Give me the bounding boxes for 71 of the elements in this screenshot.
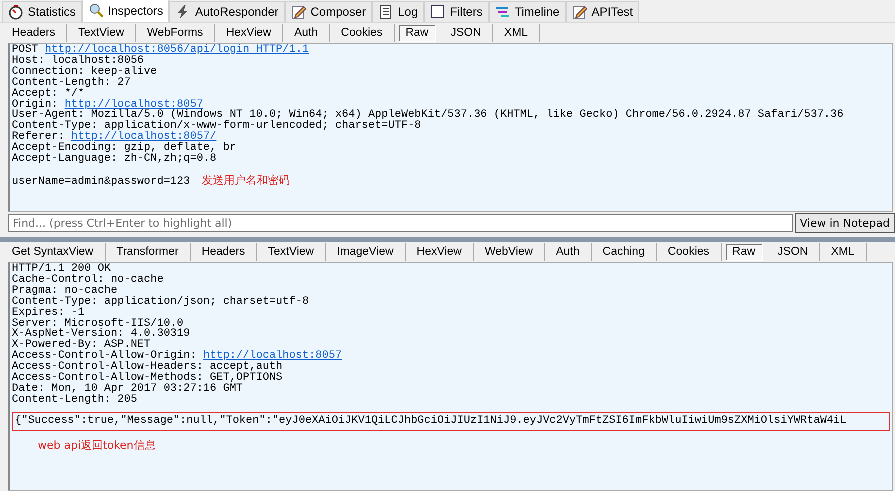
inspector-tab[interactable]: Cookies	[656, 243, 722, 261]
timeline-icon	[494, 4, 511, 20]
code-line: Origin: http://localhost:8057	[12, 100, 204, 110]
code-line: User-Agent: Mozilla/5.0 (Windows NT 10.0; Win64; x64) AppleWebKit/537.36 (KHTML, like Gecko) Chrome/56.0.2924.87 Safari/537.36	[12, 110, 845, 122]
inspector-tab[interactable]: TextView	[67, 24, 136, 42]
code-line: Pragma: no-cache	[12, 286, 118, 297]
code-line: Cache-Control: no-cache	[12, 274, 165, 286]
magnifier-icon	[88, 3, 104, 19]
code-line: X-AspNet-Version: 4.0.30319	[12, 329, 192, 340]
main-tab[interactable]: AutoResponder	[169, 1, 285, 22]
code-line: HTTP/1.1 200 OK	[12, 264, 112, 275]
code-line: Expires: -1	[12, 308, 85, 319]
main-tab[interactable]: Composer	[284, 1, 372, 22]
code-line: Accept: */*	[12, 88, 85, 100]
url-link[interactable]: http://localhost:8057	[64, 98, 204, 111]
main-tab[interactable]: APITest	[566, 1, 640, 22]
main-tab[interactable]: Log	[372, 1, 424, 22]
inspector-tab[interactable]: HexView	[215, 24, 284, 42]
inspector-tab[interactable]: Cookies	[330, 24, 395, 42]
code-line: Server: Microsoft-IIS/10.0	[12, 318, 184, 330]
code-line: Referer: http://localhost:8057/	[12, 132, 218, 144]
inspector-tab[interactable]: XML	[820, 243, 867, 261]
main-tab[interactable]: Statistics	[2, 1, 82, 22]
code-line: Access-Control-Allow-Methods: GET,OPTIONS	[12, 373, 284, 384]
code-line: Content-Length: 205	[12, 394, 138, 406]
inspector-tab[interactable]: WebForms	[136, 24, 216, 42]
annotation-text: web api返回token信息	[38, 438, 156, 452]
code-line: Accept-Encoding: gzip, deflate, br	[12, 143, 238, 154]
inspector-tab[interactable]: Caching	[592, 243, 657, 261]
inspector-tab[interactable]: TextView	[257, 243, 326, 261]
code-line: Host: localhost:8056	[12, 56, 144, 67]
url-link[interactable]: http://localhost:8057/	[71, 131, 217, 144]
inspector-tab[interactable]: Headers	[1, 24, 68, 42]
inspector-tab[interactable]: HexView	[406, 243, 474, 261]
url-link[interactable]: http://localhost:8056/api/login HTTP/1.1	[45, 44, 310, 56]
inspector-tab[interactable]: Raw	[398, 24, 436, 42]
main-tab[interactable]: Timeline	[488, 1, 566, 22]
code-line: X-Powered-By: ASP.NET	[12, 340, 151, 352]
code-line: Content-Type: application/x-www-form-urlencoded; charset=UTF-8	[12, 121, 422, 132]
find-field[interactable]: Find... (press Ctrl+Enter to highlight all)	[8, 214, 794, 232]
url-link[interactable]: http://localhost:8057	[203, 350, 342, 362]
code-line: Accept-Language: zh-CN,zh;q=0.8	[12, 154, 218, 165]
pencil-note-icon	[572, 4, 588, 20]
inspector-tab[interactable]: Headers	[190, 243, 258, 261]
pencil-note-icon	[290, 4, 307, 20]
document-icon	[378, 4, 394, 20]
stopwatch-icon	[8, 4, 24, 20]
annotation-text: 发送用户名和密码	[202, 176, 290, 187]
checkbox-icon	[430, 4, 446, 20]
json-body-text: {"Success":true,"Message":null,"Token":"eyJ0eXAiOiJKV1QiLCJhbGciOiJIUzI1NiJ9.eyJVc2VyTmFtZSI6ImFkbWluIiwiUm9sZXMiOlsiYWRtaW4iL	[12, 412, 890, 431]
inspector-tab[interactable]: JSON	[440, 24, 494, 42]
main-tab[interactable]: Inspectors	[82, 0, 170, 22]
code-line: userName=admin&password=123	[12, 176, 190, 188]
code-line: Content-Type: application/json; charset=utf-8	[12, 296, 310, 308]
view-in-notepad-button[interactable]: View in Notepad	[795, 213, 895, 233]
code-line: Access-Control-Allow-Headers: accept,auth	[12, 362, 284, 374]
code-line: Connection: keep-alive	[12, 66, 158, 78]
inspector-tab[interactable]: Get SyntaxView	[1, 243, 106, 261]
inspector-tab[interactable]: Auth	[545, 243, 592, 261]
inspector-tab[interactable]: ImageView	[326, 243, 406, 261]
inspector-tab[interactable]: Transformer	[106, 243, 191, 261]
inspector-tab[interactable]: JSON	[766, 243, 820, 261]
code-line: Access-Control-Allow-Origin: http://localhost:8057	[12, 351, 344, 362]
inspector-tab[interactable]: Raw	[726, 244, 763, 260]
main-tab[interactable]: Filters	[424, 1, 489, 22]
code-line: POST http://localhost:8056/api/login HTTP/1.1	[12, 45, 310, 56]
inspector-tab[interactable]: Auth	[283, 24, 330, 42]
inspector-tab[interactable]: WebView	[474, 243, 546, 261]
code-line: Content-Length: 27	[12, 78, 132, 89]
inspector-tab[interactable]: XML	[493, 24, 540, 42]
code-line: Date: Mon, 10 Apr 2017 03:27:16 GMT	[12, 384, 244, 395]
